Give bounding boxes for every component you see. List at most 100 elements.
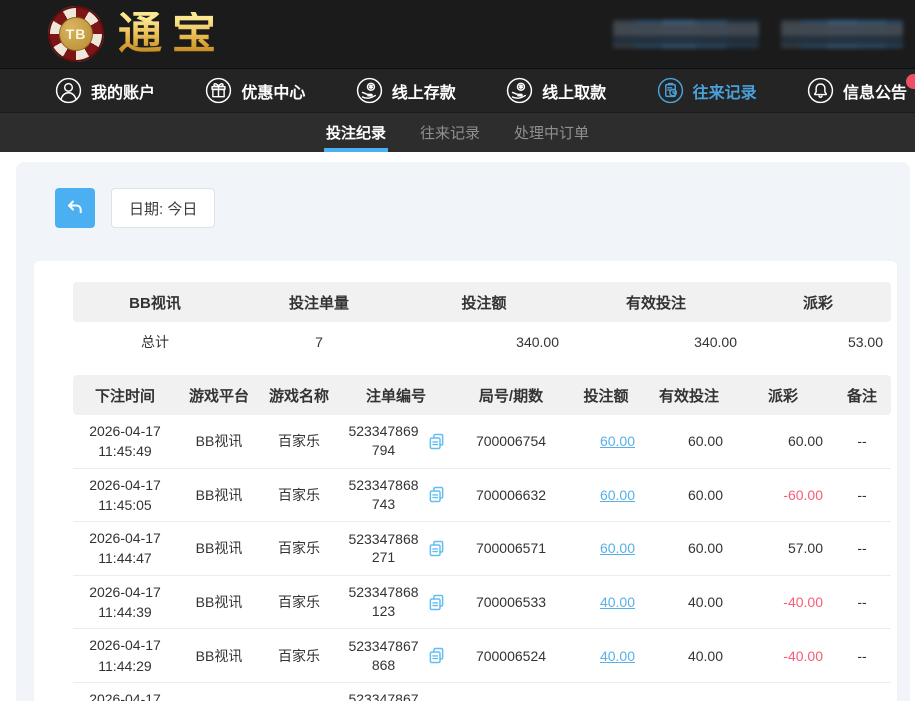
notification-badge <box>906 74 915 89</box>
round-number: 700006754 <box>455 415 567 468</box>
account-info-area <box>613 20 905 48</box>
screen: TB 通宝 我的账户优惠中心线上存款线上取款往来记录信息公告 投注纪录往来记录处… <box>0 0 915 701</box>
bet-header-col-7: 派彩 <box>733 375 833 415</box>
remark-cell: -- <box>833 682 891 701</box>
bet-header-col-3: 注单编号 <box>337 375 455 415</box>
copy-icon[interactable] <box>426 645 447 666</box>
nav-item-label: 信息公告 <box>843 79 907 103</box>
bet-table-row: 2026-04-17 11:44:39BB视讯百家乐52334786812370… <box>73 575 891 629</box>
summary-bet-amount: 340.00 <box>401 322 567 362</box>
bet-amount-cell: 60.00 <box>567 522 645 576</box>
nav-item-records[interactable]: 往来记录 <box>657 77 757 104</box>
bet-order-number: 523347867450 <box>337 682 455 701</box>
content-panel: 日期: 今日 BB视讯投注单量投注额有效投注派彩 总计 7 340.00 340… <box>16 162 910 701</box>
bet-header-col-4: 局号/期数 <box>455 375 567 415</box>
remark-cell: -- <box>833 415 891 468</box>
bet-header-col-8: 备注 <box>833 375 891 415</box>
nav-item-withdraw[interactable]: 线上取款 <box>506 77 606 104</box>
bet-table-row: 2026-04-17 11:45:05BB视讯百家乐52334786874370… <box>73 468 891 522</box>
back-button[interactable] <box>55 188 95 228</box>
summary-bet-count: 7 <box>237 322 401 362</box>
tab-label: 处理中订单 <box>514 122 589 143</box>
nav-item-deposit[interactable]: 线上存款 <box>356 77 456 104</box>
game-name: 百家乐 <box>261 575 337 629</box>
game-platform: BB视讯 <box>177 415 261 468</box>
valid-bet-cell: 60.00 <box>645 415 733 468</box>
brand-logo[interactable]: TB 通宝 <box>48 6 226 62</box>
masked-username[interactable] <box>613 20 759 48</box>
game-platform: BB视讯 <box>177 522 261 576</box>
payout-cell: -60.00 <box>733 468 833 522</box>
nav-item-label: 优惠中心 <box>241 79 305 103</box>
bet-order-number: 523347868123 <box>337 575 455 629</box>
bet-time: 2026-04-17 11:44:39 <box>73 575 177 629</box>
game-name: 百家乐 <box>261 682 337 701</box>
copy-icon[interactable] <box>426 592 447 613</box>
tab-1[interactable]: 往来记录 <box>418 113 482 152</box>
bet-amount-link[interactable]: 40.00 <box>600 594 635 610</box>
bet-time: 2026-04-17 11:44:29 <box>73 629 177 683</box>
gift-icon <box>205 77 232 104</box>
summary-table: BB视讯投注单量投注额有效投注派彩 总计 7 340.00 340.00 53.… <box>73 282 891 362</box>
bet-table-row: 2026-04-17 11:44:29BB视讯百家乐52334786786870… <box>73 629 891 683</box>
bet-amount-link[interactable]: 60.00 <box>600 487 635 503</box>
bet-time: 2026-04-17 11:45:49 <box>73 415 177 468</box>
tab-label: 往来记录 <box>420 122 480 143</box>
nav-item-gift[interactable]: 优惠中心 <box>205 77 305 104</box>
tab-2[interactable]: 处理中订单 <box>512 113 591 152</box>
bet-records-table: 下注时间游戏平台游戏名称注单编号局号/期数投注额有效投注派彩备注 2026-04… <box>73 375 891 701</box>
round-number: 700006533 <box>455 575 567 629</box>
nav-item-user[interactable]: 我的账户 <box>55 77 155 104</box>
records-icon <box>657 77 684 104</box>
copy-icon[interactable] <box>426 431 447 452</box>
top-header: TB 通宝 <box>0 0 915 68</box>
summary-header-row: BB视讯投注单量投注额有效投注派彩 <box>73 282 891 322</box>
toolbar: 日期: 今日 <box>16 162 910 228</box>
copy-icon[interactable] <box>426 538 447 559</box>
game-platform: BB视讯 <box>177 629 261 683</box>
bet-header-col-1: 游戏平台 <box>177 375 261 415</box>
round-number: 700006571 <box>455 522 567 576</box>
remark-cell: -- <box>833 468 891 522</box>
bet-table-row: 2026-04-17 11:44:47BB视讯百家乐52334786827170… <box>73 522 891 576</box>
summary-header-col-3: 有效投注 <box>567 282 745 322</box>
bet-amount-link[interactable]: 40.00 <box>600 648 635 664</box>
brand-name: 通宝 <box>118 12 226 56</box>
masked-balance[interactable] <box>781 20 903 48</box>
tab-0[interactable]: 投注纪录 <box>324 113 388 152</box>
main-nav: 我的账户 优惠中心 线上存款 线上取款 往来记录 信息公告 <box>0 68 915 112</box>
records-card: BB视讯投注单量投注额有效投注派彩 总计 7 340.00 340.00 53.… <box>33 260 898 701</box>
payout-cell: 38.00 <box>733 682 833 701</box>
sub-nav: 投注纪录 往来记录 处理中订单 <box>0 112 915 152</box>
nav-item-bell[interactable]: 信息公告 <box>807 77 907 104</box>
game-platform: BB视讯 <box>177 682 261 701</box>
bet-amount-link[interactable]: 60.00 <box>600 540 635 556</box>
nav-item-label: 线上存款 <box>392 79 456 103</box>
bet-table-row: 2026-04-17 11:44:14BB视讯百家乐52334786745070… <box>73 682 891 701</box>
user-icon <box>55 77 82 104</box>
summary-header-col-4: 派彩 <box>745 282 891 322</box>
valid-bet-cell: 40.00 <box>645 682 733 701</box>
remark-cell: -- <box>833 522 891 576</box>
summary-payout: 53.00 <box>745 322 891 362</box>
tab-label: 投注纪录 <box>326 122 386 143</box>
nav-item-label: 往来记录 <box>693 79 757 103</box>
bet-amount-link[interactable]: 60.00 <box>600 433 635 449</box>
valid-bet-cell: 40.00 <box>645 629 733 683</box>
valid-bet-cell: 60.00 <box>645 522 733 576</box>
summary-valid-bet: 340.00 <box>567 322 745 362</box>
game-name: 百家乐 <box>261 522 337 576</box>
casino-chip-icon: TB <box>48 6 104 62</box>
valid-bet-cell: 60.00 <box>645 468 733 522</box>
game-name: 百家乐 <box>261 468 337 522</box>
bet-table-row: 2026-04-17 11:45:49BB视讯百家乐52334786979470… <box>73 415 891 468</box>
payout-cell: 60.00 <box>733 415 833 468</box>
back-arrow-icon <box>63 195 87 222</box>
copy-icon[interactable] <box>426 484 447 505</box>
remark-cell: -- <box>833 629 891 683</box>
bet-time: 2026-04-17 11:44:47 <box>73 522 177 576</box>
bet-order-number: 523347868271 <box>337 522 455 576</box>
round-number: 700006632 <box>455 468 567 522</box>
bell-icon <box>807 77 834 104</box>
date-filter-button[interactable]: 日期: 今日 <box>111 188 215 228</box>
